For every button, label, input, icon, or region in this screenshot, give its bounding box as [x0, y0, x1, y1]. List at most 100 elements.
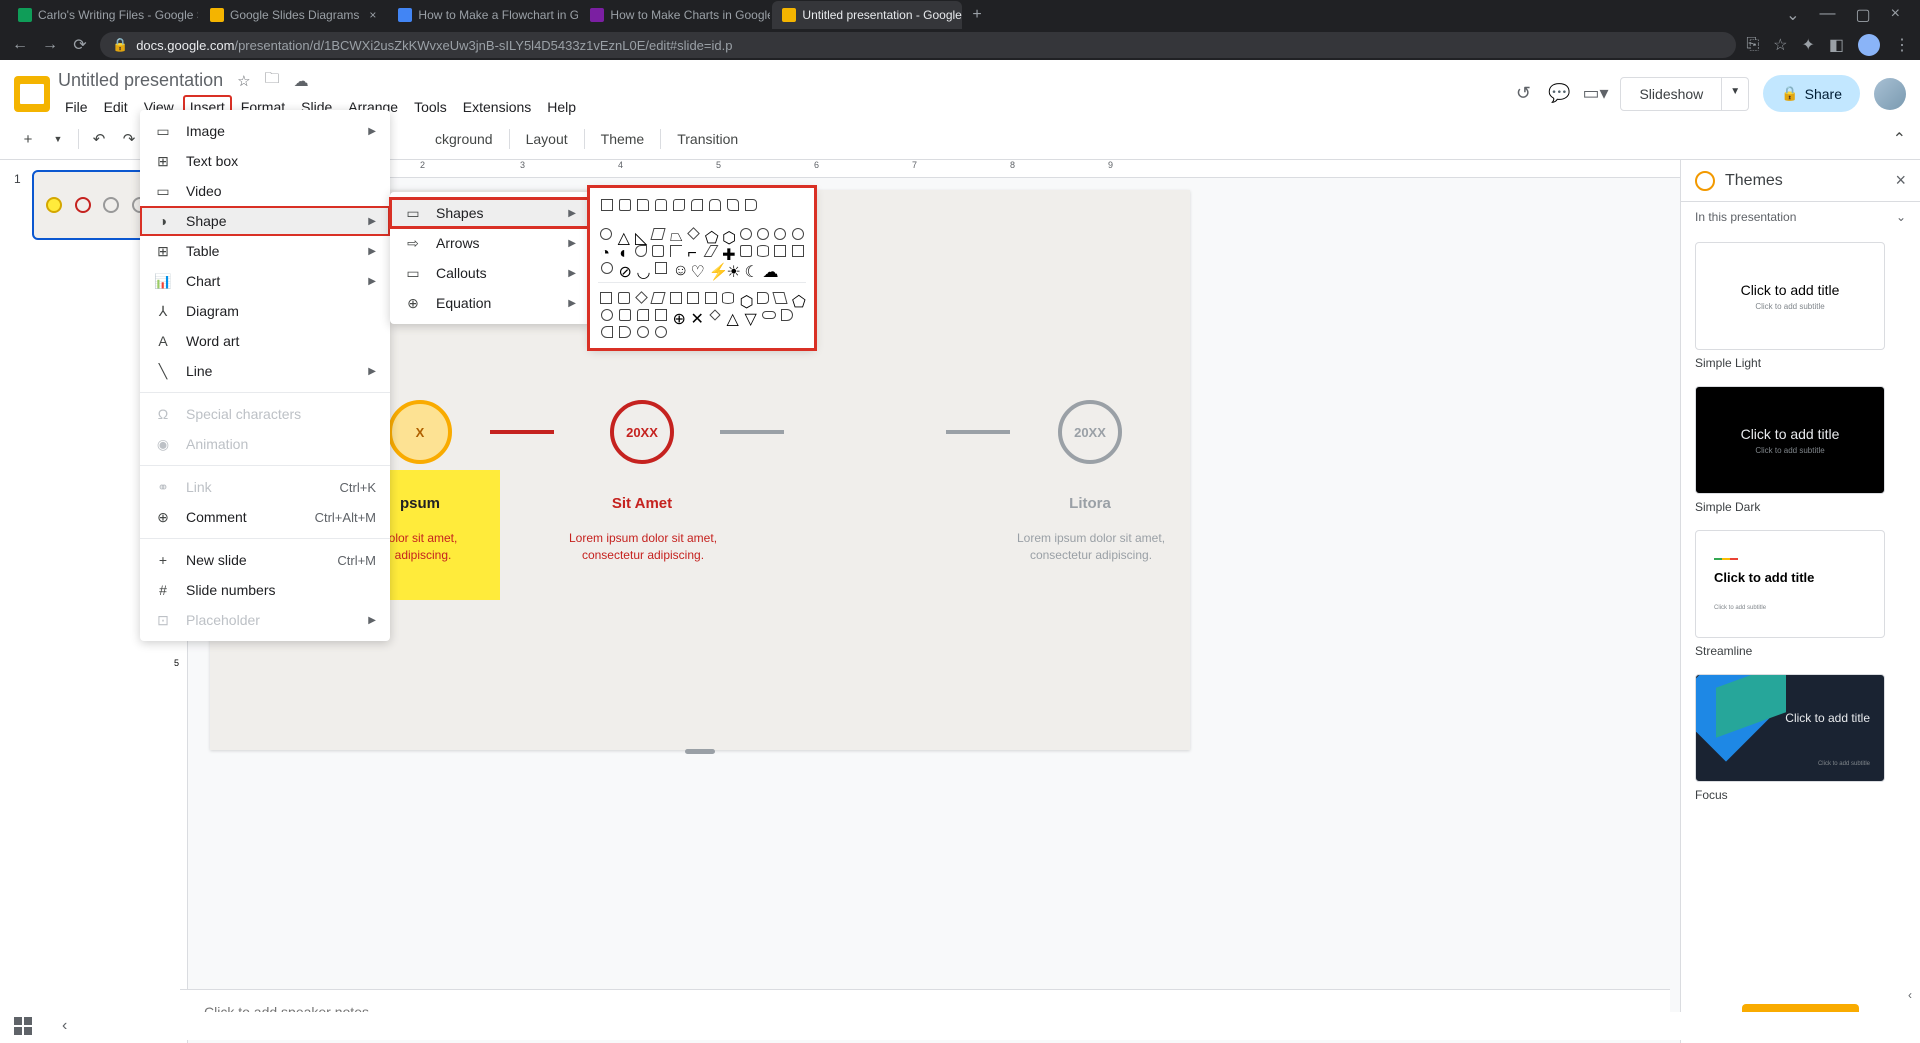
shape-cross[interactable]: ✚	[720, 242, 736, 259]
shape-flow-rect3[interactable]	[685, 289, 701, 306]
timeline-node[interactable]: X	[388, 400, 452, 464]
shape-flow-trap[interactable]	[755, 289, 771, 306]
menu-diagram[interactable]: ⅄Diagram	[140, 296, 390, 326]
background-button[interactable]: ckground	[425, 127, 503, 151]
forward-icon[interactable]: →	[40, 36, 60, 54]
slides-logo-icon[interactable]	[14, 76, 50, 112]
shape-flow-pent[interactable]: ⬠	[790, 289, 806, 306]
shape-no[interactable]: ⊘	[616, 259, 633, 276]
shape-flow-circle[interactable]	[598, 306, 615, 323]
shape-snip-rect[interactable]	[634, 196, 651, 213]
shape-can[interactable]	[755, 242, 771, 259]
transition-button[interactable]: Transition	[667, 127, 748, 151]
menu-line[interactable]: ╲Line▶	[140, 356, 390, 386]
shape-flow-card[interactable]	[634, 306, 651, 323]
doc-title[interactable]: Untitled presentation	[58, 70, 223, 91]
shape-smiley[interactable]: ☺	[670, 259, 687, 276]
shape-flow-rect2[interactable]	[668, 289, 684, 306]
shape-lightning[interactable]: ⚡	[706, 259, 723, 276]
shape-flow-diamond[interactable]	[633, 289, 649, 306]
chevron-down-icon[interactable]: ⌄	[1786, 5, 1799, 25]
move-icon[interactable]: 🗀	[265, 68, 280, 93]
browser-tab[interactable]: Google Slides Diagrams×	[200, 1, 386, 29]
shape-cube[interactable]	[772, 242, 788, 259]
shape-snip-rect-3[interactable]	[670, 196, 687, 213]
menu-word-art[interactable]: AWord art	[140, 326, 390, 356]
shape-round-rect-3[interactable]	[706, 196, 723, 213]
menu-comment[interactable]: ⊕CommentCtrl+Alt+M	[140, 502, 390, 532]
menu-slide-numbers[interactable]: #Slide numbers	[140, 575, 390, 605]
shape-cloud[interactable]: ☁	[760, 259, 777, 276]
browser-tab-active[interactable]: Untitled presentation - Google Sl×	[772, 1, 962, 29]
share-button[interactable]: 🔒Share	[1763, 75, 1860, 112]
shape-flow-cyl[interactable]	[720, 289, 736, 306]
present-icon[interactable]: ▭▾	[1584, 83, 1606, 105]
themes-list[interactable]: Click to add titleClick to add subtitle …	[1681, 232, 1920, 996]
shape-sun[interactable]: ☀	[724, 259, 741, 276]
theme-option[interactable]: Click to add title Click to add subtitle…	[1695, 674, 1906, 804]
slideshow-dropdown[interactable]: ▼	[1722, 77, 1749, 111]
shape-teardrop[interactable]	[633, 242, 649, 259]
shape-flow-term[interactable]	[760, 306, 777, 323]
shape-flow-diam2[interactable]	[706, 306, 723, 323]
shape-flow-trap2[interactable]	[772, 289, 788, 306]
shape-flow-delay[interactable]	[616, 323, 633, 340]
shape-hexagon[interactable]: ⬡	[720, 225, 736, 242]
shape-l-shape[interactable]: ⌐	[685, 242, 701, 259]
minimize-icon[interactable]: —	[1820, 5, 1836, 25]
shape-snip-rect-2[interactable]	[652, 196, 669, 213]
menu-text-box[interactable]: ⊞Text box	[140, 146, 390, 176]
shape-half-frame[interactable]	[668, 242, 684, 259]
shape-oval[interactable]	[598, 225, 614, 242]
shape-flow-rect4[interactable]	[703, 289, 719, 306]
browser-tab[interactable]: Carlo's Writing Files - Google Sh×	[8, 1, 198, 29]
shape-flow-x[interactable]: ✕	[688, 306, 705, 323]
shape-heart[interactable]: ♡	[688, 259, 705, 276]
extensions-icon[interactable]: ✦	[1801, 35, 1814, 55]
shape-moon[interactable]: ☾	[742, 259, 759, 276]
menu-extensions[interactable]: Extensions	[456, 95, 538, 119]
extension-icon[interactable]: ◧	[1829, 35, 1844, 55]
submenu-shapes[interactable]: ▭Shapes▶	[390, 198, 590, 228]
shape-pentagon[interactable]: ⬠	[703, 225, 719, 242]
shape-trapezoid[interactable]: ⏢	[668, 225, 684, 242]
shape-flow-rect[interactable]	[598, 289, 614, 306]
new-slide-button[interactable]: +	[14, 125, 42, 153]
bookmark-icon[interactable]: ☆	[1773, 35, 1787, 55]
side-panel-toggle[interactable]: ‹	[1900, 164, 1920, 1012]
comments-icon[interactable]: 💬	[1548, 83, 1570, 105]
submenu-callouts[interactable]: ▭Callouts▶	[390, 258, 590, 288]
shape-flow-seq[interactable]	[634, 323, 651, 340]
new-slide-dropdown[interactable]: ▼	[44, 125, 72, 153]
theme-option[interactable]: Click to add titleClick to add subtitle …	[1695, 242, 1906, 372]
menu-new-slide[interactable]: +New slideCtrl+M	[140, 545, 390, 575]
browser-tab[interactable]: How to Make a Flowchart in Goo×	[388, 1, 578, 29]
shape-flow-rrect[interactable]	[615, 289, 631, 306]
close-window-icon[interactable]: ×	[1891, 5, 1900, 25]
menu-tools[interactable]: Tools	[407, 95, 454, 119]
menu-chart[interactable]: 📊Chart▶	[140, 266, 390, 296]
node-desc[interactable]: Lorem ipsum dolor sit amet,consectetur a…	[1006, 530, 1176, 564]
shape-dodecagon[interactable]	[790, 225, 806, 242]
history-icon[interactable]: ↺	[1512, 83, 1534, 105]
resize-handle[interactable]	[685, 749, 715, 754]
shape-heptagon[interactable]	[737, 225, 753, 242]
shape-octagon[interactable]	[755, 225, 771, 242]
close-icon[interactable]: ×	[369, 8, 376, 22]
shape-block-arc[interactable]: ◡	[634, 259, 651, 276]
shape-diamond[interactable]	[685, 225, 701, 242]
shape-chord[interactable]: ◖	[615, 242, 631, 259]
shape-flow-plus[interactable]: ⊕	[670, 306, 687, 323]
theme-option[interactable]: Click to add title Click to add subtitle…	[1695, 530, 1906, 660]
profile-avatar[interactable]	[1858, 34, 1880, 56]
shape-round-rect-2[interactable]	[688, 196, 705, 213]
shape-decagon[interactable]	[772, 225, 788, 242]
redo-button[interactable]: ↷	[115, 125, 143, 153]
shape-pie[interactable]: ◔	[598, 242, 614, 259]
timeline-node[interactable]: 20XX	[1058, 400, 1122, 464]
shape-triangle[interactable]: △	[615, 225, 631, 242]
menu-help[interactable]: Help	[540, 95, 583, 119]
shape-rectangle[interactable]	[598, 196, 615, 213]
grid-view-icon[interactable]	[14, 1017, 32, 1035]
shape-flow-wave[interactable]	[652, 306, 669, 323]
